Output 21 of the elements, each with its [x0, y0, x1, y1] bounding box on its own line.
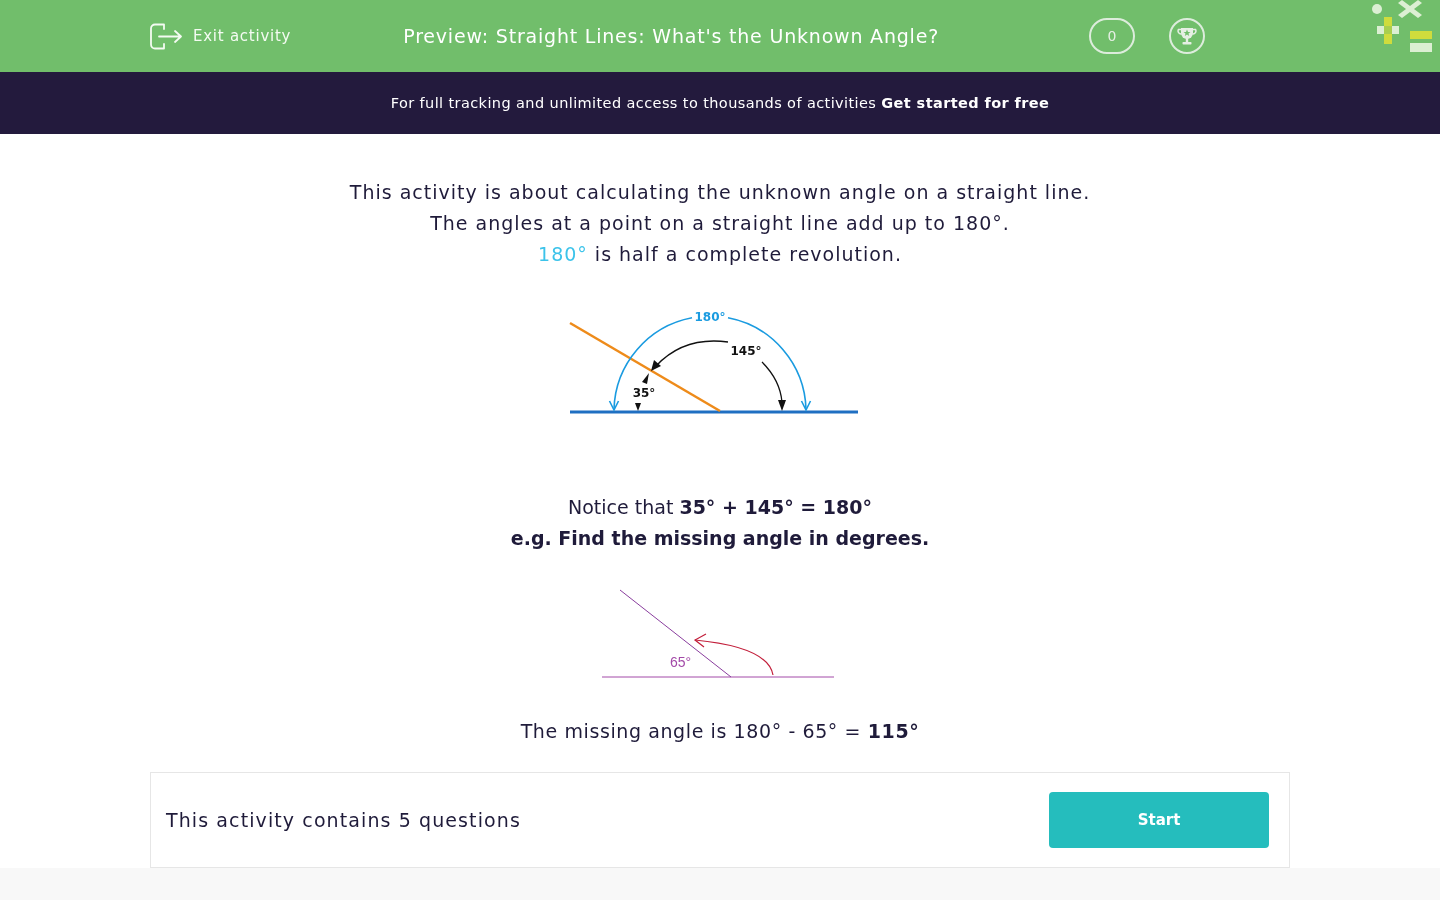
- trophy-icon: [1177, 26, 1198, 46]
- angle-label: 145°: [730, 344, 762, 358]
- intro-text: This activity is about calculating the unknown angle on a straight line.: [349, 180, 1091, 205]
- angle-label: 65°: [670, 654, 692, 670]
- angle-label: 180°: [694, 310, 726, 324]
- math-symbols-logo-icon: [1370, 0, 1432, 53]
- question-count-text: This activity contains 5 questions: [166, 809, 521, 831]
- example-prompt: e.g. Find the missing angle in degrees.: [510, 526, 930, 551]
- score-counter: 0: [1089, 18, 1136, 54]
- notice-text: Notice that 35° + 145° = 180°: [568, 495, 872, 520]
- promo-text: For full tracking and unlimited access to thousands of activities: [390, 95, 877, 111]
- answer-text: The missing angle is 180° - 65° = 115°: [520, 719, 920, 744]
- get-started-link[interactable]: Get started for free: [881, 95, 1050, 111]
- intro-text: 180° is half a complete revolution.: [538, 242, 902, 267]
- start-button[interactable]: Start: [1049, 792, 1269, 848]
- activity-title: Preview: Straight Lines: What's the Unknown Angle?: [403, 25, 940, 47]
- exit-icon: [150, 22, 183, 50]
- trophy-button[interactable]: [1169, 18, 1206, 54]
- exit-link[interactable]: Exit activity: [150, 22, 292, 50]
- intro-text: The angles at a point on a straight line add up to 180°.: [430, 211, 1010, 236]
- angle-label: 35°: [632, 386, 656, 400]
